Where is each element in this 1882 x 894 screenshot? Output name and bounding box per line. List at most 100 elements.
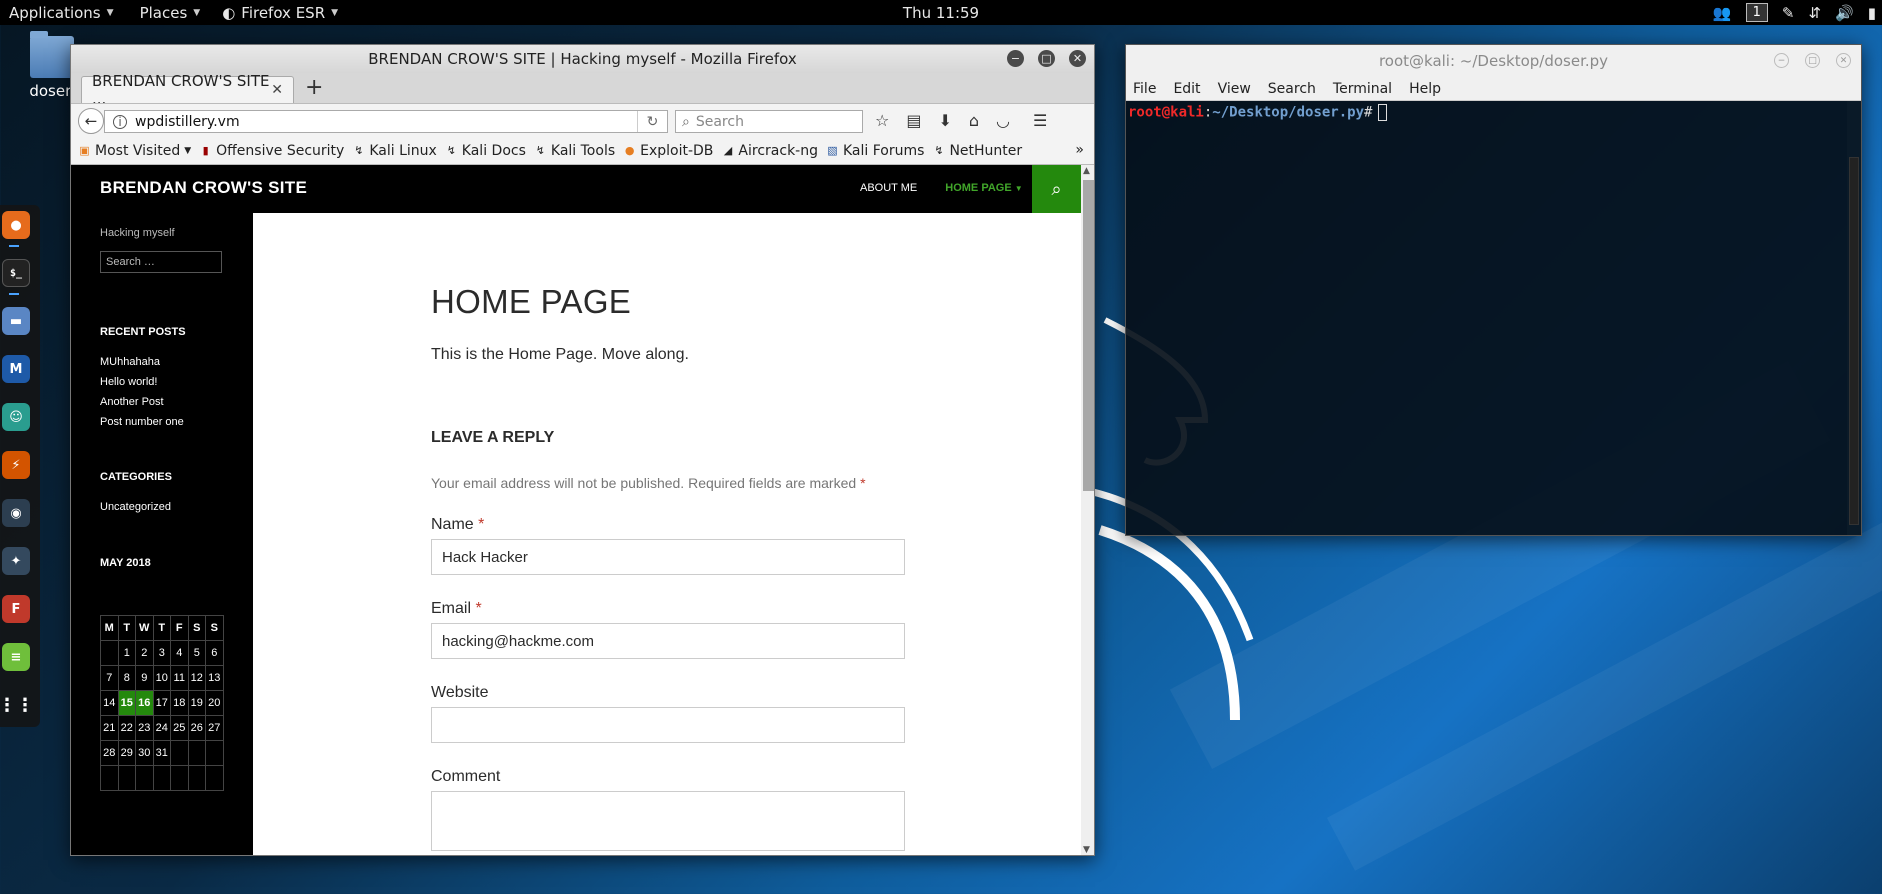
bookmark-label: Kali Forums [843, 142, 925, 159]
name-field[interactable]: Hack Hacker [431, 539, 905, 575]
chevron-down-icon: ▼ [331, 7, 339, 18]
terminal-cursor [1378, 104, 1388, 121]
page-title: HOME PAGE [431, 283, 632, 320]
network-icon[interactable]: ⇵ [1808, 4, 1821, 22]
menu-edit[interactable]: Edit [1173, 81, 1200, 97]
bookmark-most-visited[interactable]: ▣ Most Visited ▼ [78, 143, 191, 159]
minimize-button[interactable]: − [1007, 50, 1024, 67]
scrollbar-thumb[interactable] [1083, 180, 1094, 491]
metasploit-dock-icon[interactable]: M [2, 355, 30, 383]
close-button[interactable]: ✕ [1069, 50, 1086, 67]
terminal-titlebar[interactable]: root@kali: ~/Desktop/doser.py − □ ✕ [1126, 45, 1861, 77]
bookmark-aircrack-ng[interactable]: ◢ Aircrack-ng [721, 143, 818, 159]
prompt-hash: # [1364, 104, 1373, 121]
prompt-path: ~/Desktop/doser.py [1212, 104, 1365, 121]
calendar-day: 18 [170, 690, 189, 716]
bookmark-star-icon[interactable]: ☆ [875, 111, 889, 130]
search-placeholder: Search [695, 113, 744, 130]
clock[interactable]: Thu 11:59 [903, 0, 979, 25]
recent-post-link[interactable]: Post number one [100, 416, 184, 428]
terminal-scrollbar[interactable] [1847, 101, 1861, 535]
terminal-output[interactable]: root@kali:~/Desktop/doser.py# [1126, 101, 1861, 124]
calendar-day: 27 [205, 715, 224, 741]
scrollbar-thumb[interactable] [1849, 157, 1859, 525]
nav-about-me[interactable]: ABOUT ME [860, 182, 917, 194]
email-field[interactable]: hacking@hackme.com [431, 623, 905, 659]
bookmarks-overflow-icon[interactable]: » [1075, 142, 1084, 158]
bookmark-kali-docs[interactable]: ↯ Kali Docs [445, 143, 526, 159]
menu-help[interactable]: Help [1409, 81, 1441, 97]
show-apps-grid-icon[interactable]: ⋮⋮ [0, 691, 34, 719]
menu-view[interactable]: View [1218, 81, 1251, 97]
category-link[interactable]: Uncategorized [100, 501, 171, 513]
bookmark-kali-forums[interactable]: ▧ Kali Forums [826, 143, 924, 159]
bookmark-nethunter[interactable]: ↯ NetHunter [932, 143, 1022, 159]
sidebar-search-input[interactable]: Search … [100, 251, 222, 273]
battery-icon[interactable]: ▮ [1868, 4, 1876, 22]
pen-icon[interactable]: ✎ [1782, 4, 1795, 22]
back-button[interactable]: ← [78, 108, 104, 134]
applications-menu[interactable]: Applications ▼ [0, 0, 123, 25]
calendar-day-link[interactable]: 16 [135, 690, 154, 716]
maximize-button[interactable]: □ [1038, 50, 1055, 67]
pocket-icon[interactable]: ◡ [996, 111, 1010, 130]
terminal-window-title: root@kali: ~/Desktop/doser.py [1378, 52, 1609, 70]
page-scrollbar[interactable]: ▲ ▼ [1081, 165, 1094, 855]
menu-file[interactable]: File [1133, 81, 1156, 97]
recent-post-link[interactable]: Another Post [100, 396, 164, 408]
bookmark-offensive-security[interactable]: ▮ Offensive Security [199, 143, 345, 159]
files-dock-icon[interactable]: ▬ [2, 307, 30, 335]
reload-icon[interactable]: ↻ [637, 111, 667, 132]
firefox-app-menu[interactable]: ◐ Firefox ESR ▼ [213, 0, 347, 25]
workspace-indicator[interactable]: 1 [1745, 3, 1768, 22]
site-search-button[interactable]: ⌕ [1032, 165, 1081, 213]
bookmark-exploit-db[interactable]: ● Exploit-DB [623, 143, 714, 159]
calendar-day-link[interactable]: 15 [117, 690, 136, 716]
close-tab-icon[interactable]: ✕ [271, 82, 283, 98]
reading-list-icon[interactable]: ▤ [906, 111, 921, 130]
menu-terminal[interactable]: Terminal [1333, 81, 1392, 97]
calendar-day [100, 765, 119, 791]
bookmark-kali-linux[interactable]: ↯ Kali Linux [352, 143, 437, 159]
recent-post-link[interactable]: MUhhahaha [100, 356, 160, 368]
firefox-dock-icon[interactable]: ● [2, 211, 30, 239]
terminal-dock-icon[interactable]: $_ [2, 259, 30, 287]
bookmark-label: Kali Tools [550, 142, 616, 159]
scroll-up-icon[interactable]: ▲ [1083, 166, 1090, 176]
burpsuite-dock-icon[interactable]: ⚡ [2, 451, 30, 479]
maltego-dock-icon[interactable]: ◉ [2, 499, 30, 527]
maximize-button[interactable]: □ [1805, 53, 1820, 68]
bookmarks-toolbar: ▣ Most Visited ▼ ▮ Offensive Security ↯ Kali… [71, 137, 1094, 165]
bookmark-kali-tools[interactable]: ↯ Kali Tools [534, 143, 615, 159]
recent-post-link[interactable]: Hello world! [100, 376, 157, 388]
volume-icon[interactable]: 🔊 [1835, 4, 1854, 22]
home-icon[interactable]: ⌂ [969, 111, 979, 130]
new-tab-button[interactable]: + [305, 75, 323, 100]
bookmark-label: Most Visited [95, 142, 181, 159]
search-input[interactable]: ⌕ Search [675, 110, 863, 133]
close-button[interactable]: ✕ [1836, 53, 1851, 68]
hamburger-menu-icon[interactable]: ☰ [1033, 111, 1047, 130]
calendar-weekday: T [152, 615, 171, 641]
armitage-dock-icon[interactable]: ☺ [2, 403, 30, 431]
users-icon[interactable]: 👥 [1713, 4, 1732, 22]
url-bar[interactable]: i wpdistillery.vm ↻ [104, 110, 668, 133]
calendar-weekday: T [117, 615, 136, 641]
comment-field[interactable] [431, 791, 905, 851]
info-icon[interactable]: i [113, 114, 127, 129]
site-title[interactable]: BRENDAN CROW'S SITE [100, 178, 307, 198]
downloads-icon[interactable]: ⬇ [938, 111, 951, 130]
website-field[interactable] [431, 707, 905, 743]
menu-search[interactable]: Search [1268, 81, 1316, 97]
leafpad-dock-icon[interactable]: ≡ [2, 643, 30, 671]
minimize-button[interactable]: − [1774, 53, 1789, 68]
calendar-weekday: M [100, 615, 119, 641]
tab-brendan-crow-site[interactable]: BRENDAN CROW'S SITE ... ✕ [81, 72, 294, 108]
beef-dock-icon[interactable]: ✦ [2, 547, 30, 575]
firefox-titlebar[interactable]: BRENDAN CROW'S SITE | Hacking myself - M… [71, 45, 1094, 73]
exploitdb-icon: ● [624, 144, 635, 157]
faraday-dock-icon[interactable]: F [2, 595, 30, 623]
scroll-down-icon[interactable]: ▼ [1083, 845, 1090, 855]
places-menu[interactable]: Places ▼ [131, 0, 210, 25]
nav-home-page[interactable]: HOME PAGE ▼ [945, 182, 1022, 194]
